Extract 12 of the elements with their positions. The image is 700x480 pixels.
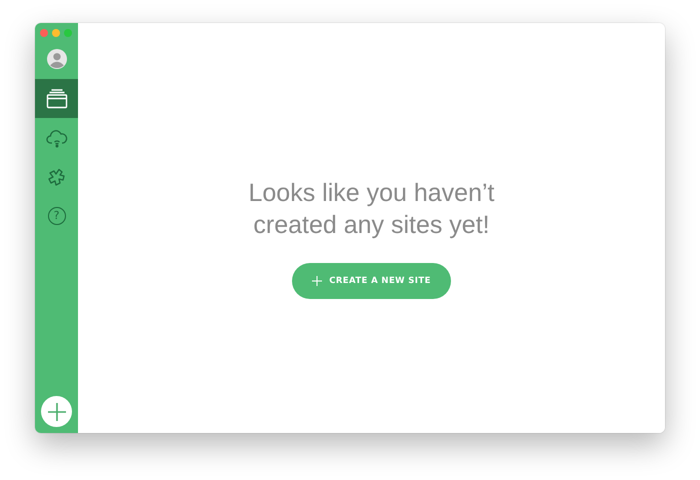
browser-window-icon: [46, 88, 68, 108]
help-button[interactable]: ?: [35, 196, 78, 235]
plus-icon: [312, 276, 322, 286]
empty-state-message: Looks like you haven’t created any sites yet!: [248, 178, 496, 241]
add-button[interactable]: [41, 396, 72, 427]
minimize-button[interactable]: [52, 29, 60, 37]
puzzle-icon: [46, 166, 68, 186]
plus-icon: [46, 402, 66, 422]
avatar-icon[interactable]: [46, 49, 66, 69]
cloud-icon: [46, 128, 68, 148]
sidebar-item[interactable]: [35, 79, 78, 118]
create-site-button[interactable]: CREATE A NEW SITE: [292, 263, 451, 299]
